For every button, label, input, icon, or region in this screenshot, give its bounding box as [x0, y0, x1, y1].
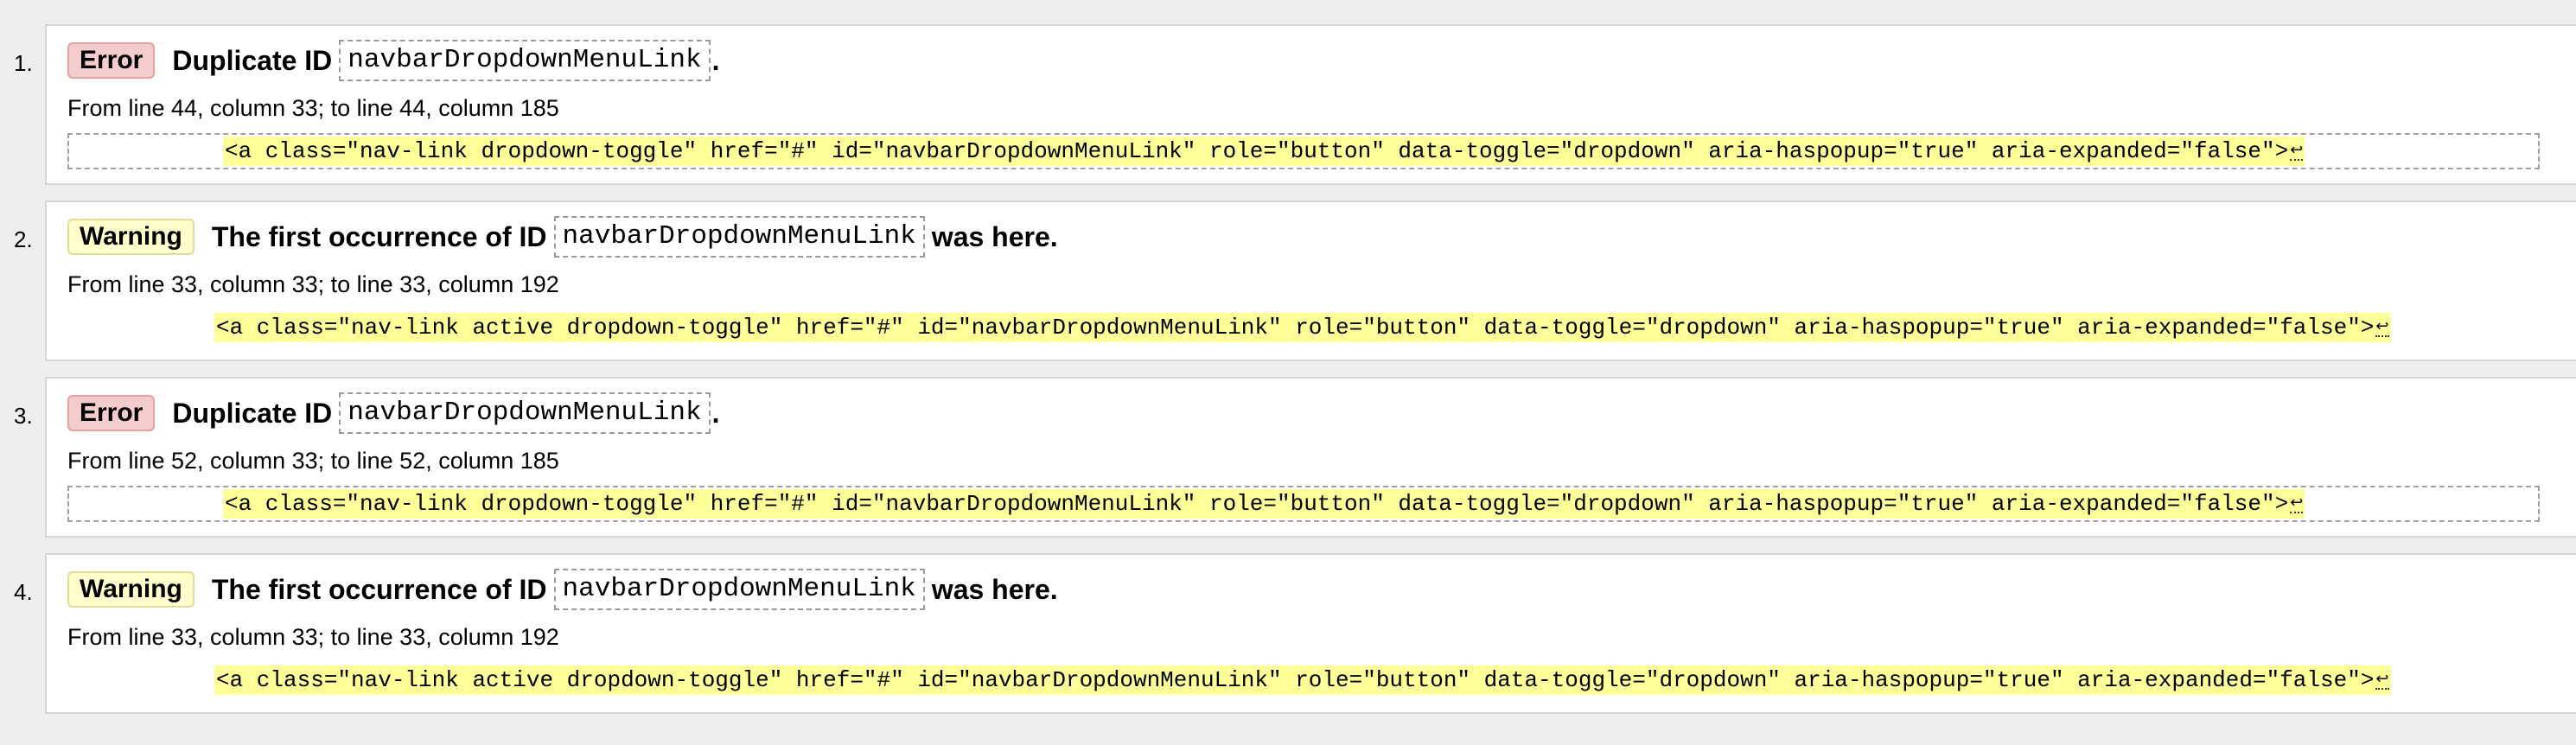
message-title: Error Duplicate ID navbarDropdownMenuLin… — [67, 392, 720, 434]
message-text-after: was here. — [931, 221, 1058, 252]
extract-text: <a class="nav-link active dropdown-toggl… — [216, 667, 2375, 693]
code-extract: <a class="nav-link active dropdown-toggl… — [67, 662, 2574, 698]
highlighted-extract: <a class="nav-link dropdown-toggle" href… — [223, 489, 2305, 519]
line-break-icon: ↩ — [2290, 493, 2304, 514]
code-extract: <a class="nav-link active dropdown-toggl… — [67, 309, 2574, 346]
first-occurrence-id-code: navbarDropdownMenuLink — [553, 216, 925, 258]
code-extract: <a class="nav-link dropdown-toggle" href… — [67, 486, 2540, 522]
message-card-warning: Warning The first occurrence of ID navba… — [45, 201, 2576, 361]
message-text: Duplicate ID — [172, 45, 333, 76]
message-text-after: was here. — [931, 574, 1058, 605]
location-link[interactable]: From line 33, column 33; to line 33, col… — [67, 270, 559, 299]
message-text: The first occurrence of ID — [211, 221, 547, 252]
message-title: Warning The first occurrence of ID navba… — [67, 569, 1058, 610]
message-text-after: . — [711, 45, 720, 76]
location-link[interactable]: From line 33, column 33; to line 33, col… — [67, 622, 559, 652]
message-title: Error Duplicate ID navbarDropdownMenuLin… — [67, 40, 720, 81]
message-card-warning: Warning The first occurrence of ID navba… — [45, 553, 2576, 714]
highlighted-extract: <a class="nav-link active dropdown-toggl… — [214, 665, 2391, 695]
message-title: Warning The first occurrence of ID navba… — [67, 216, 1058, 258]
extract-text: <a class="nav-link active dropdown-toggl… — [216, 315, 2375, 341]
duplicate-id-code: navbarDropdownMenuLink — [339, 40, 711, 81]
duplicate-id-code: navbarDropdownMenuLink — [339, 392, 711, 434]
highlighted-extract: <a class="nav-link active dropdown-toggl… — [214, 313, 2391, 342]
first-occurrence-id-code: navbarDropdownMenuLink — [553, 569, 925, 610]
message-text: Duplicate ID — [172, 398, 333, 429]
warning-badge: Warning — [67, 219, 194, 255]
message-number: 1. — [14, 50, 33, 76]
message-number: 4. — [14, 579, 33, 605]
error-badge: Error — [67, 395, 156, 431]
extract-text: <a class="nav-link dropdown-toggle" href… — [225, 491, 2289, 517]
message-number: 2. — [14, 226, 33, 252]
message-text: The first occurrence of ID — [211, 574, 547, 605]
location-link[interactable]: From line 44, column 33; to line 44, col… — [67, 93, 559, 123]
line-break-icon: ↩ — [2375, 317, 2389, 338]
warning-badge: Warning — [67, 571, 194, 608]
extract-text: <a class="nav-link dropdown-toggle" href… — [225, 138, 2289, 164]
error-badge: Error — [67, 42, 156, 79]
validation-message-list: 1. Error Duplicate ID navbarDropdownMenu… — [0, 0, 2576, 745]
line-break-icon: ↩ — [2290, 141, 2304, 162]
code-extract: <a class="nav-link dropdown-toggle" href… — [67, 133, 2540, 169]
location-link[interactable]: From line 52, column 33; to line 52, col… — [67, 446, 559, 475]
message-card-error: Error Duplicate ID navbarDropdownMenuLin… — [45, 24, 2576, 185]
message-card-error: Error Duplicate ID navbarDropdownMenuLin… — [45, 377, 2576, 538]
message-text-after: . — [711, 398, 720, 429]
highlighted-extract: <a class="nav-link dropdown-toggle" href… — [223, 137, 2305, 166]
message-number: 3. — [14, 403, 33, 429]
line-break-icon: ↩ — [2375, 670, 2389, 691]
